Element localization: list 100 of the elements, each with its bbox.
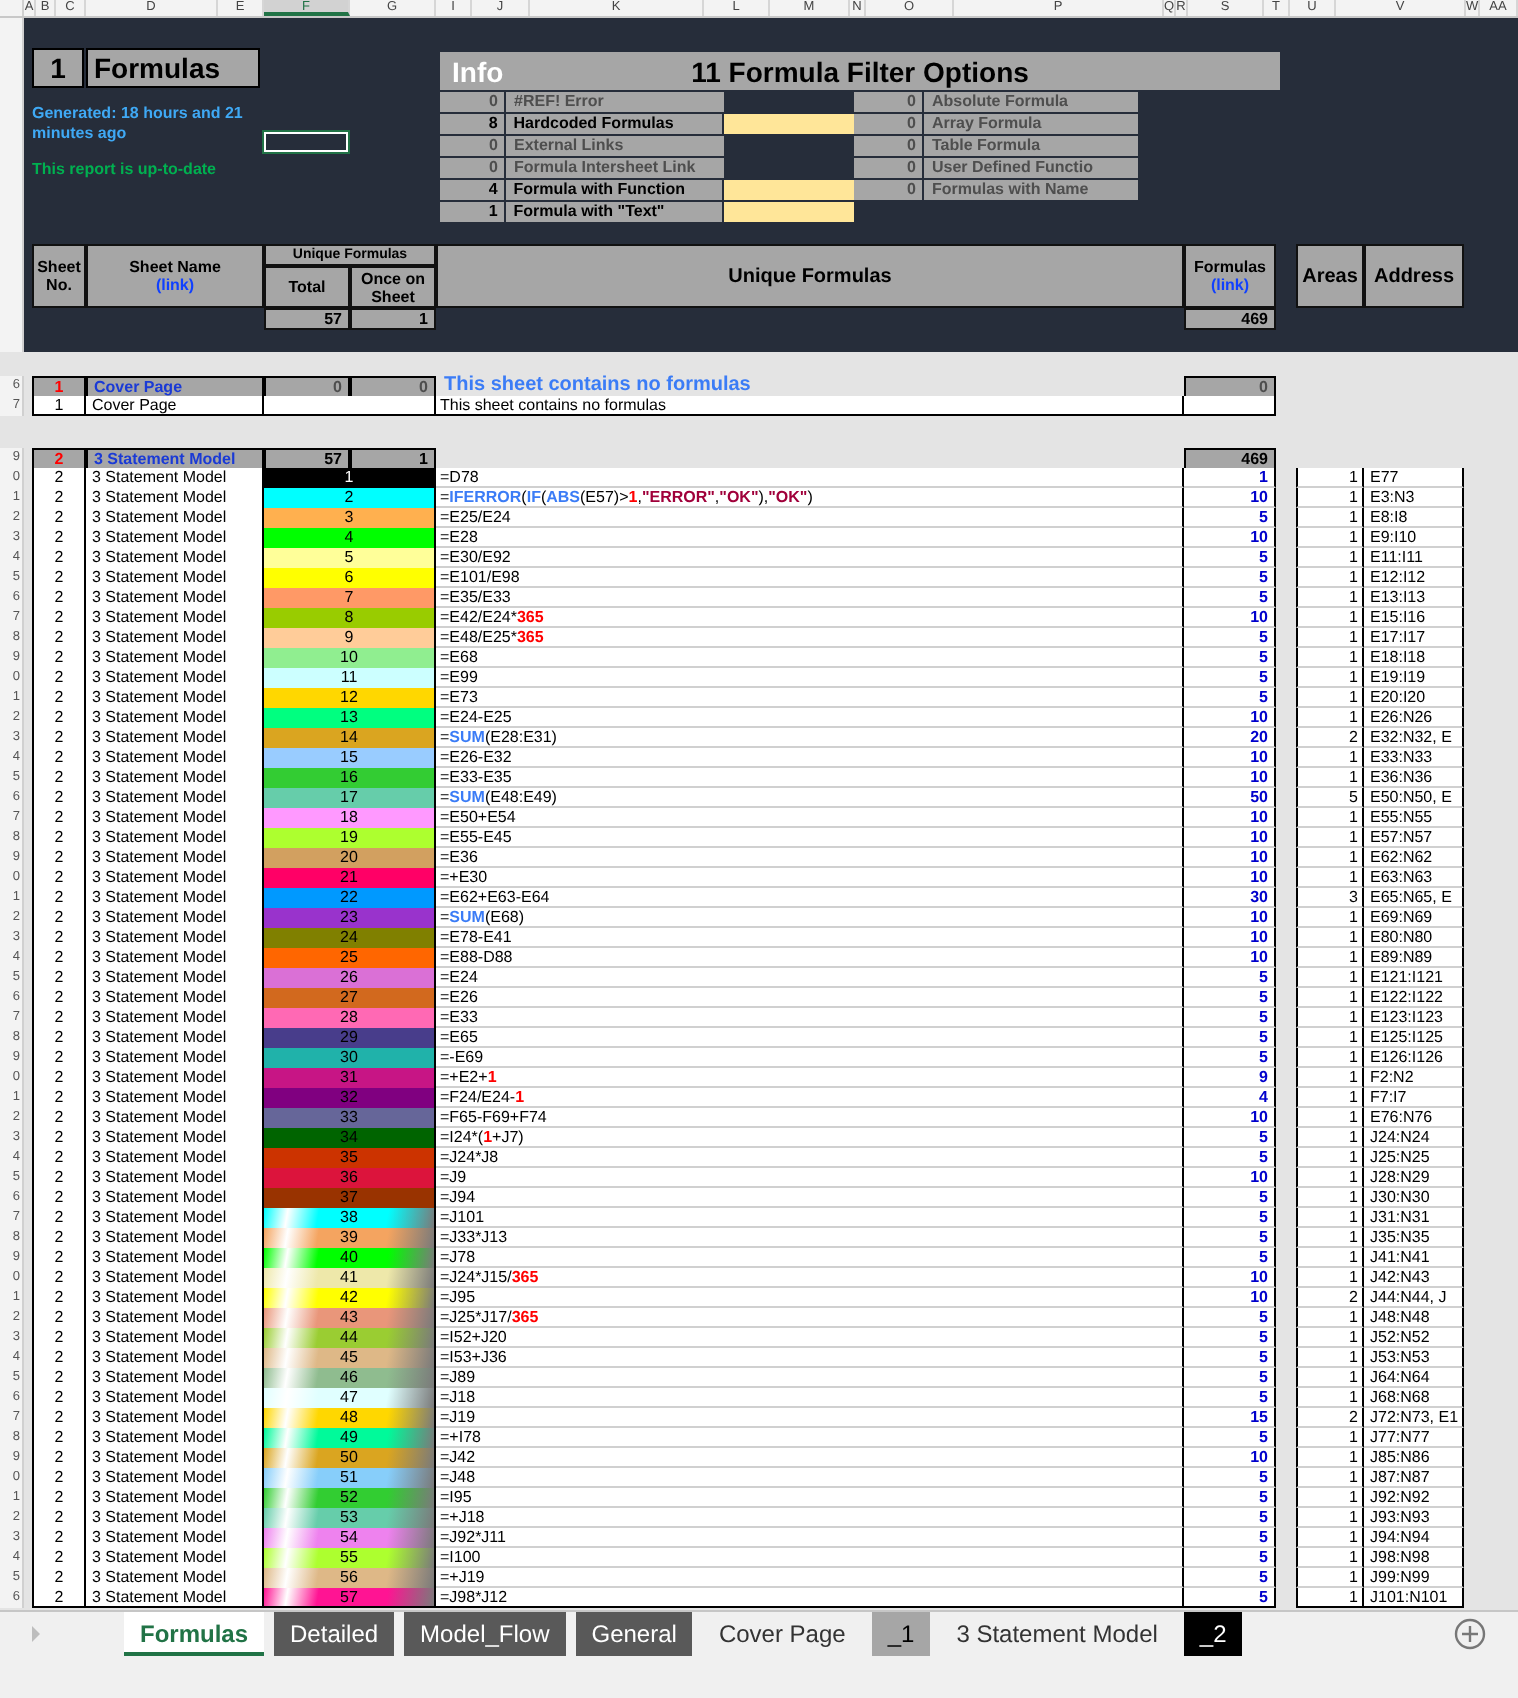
sheet-tab[interactable]: Detailed [274,1612,395,1656]
address-cell: E121:I121 [1364,968,1464,988]
filter-label: Absolute Formula [924,92,1138,112]
sheet-name-cell: 3 Statement Model [86,468,264,488]
filter-label: External Links [506,136,724,156]
sheet-number-cell: 2 [32,1068,86,1088]
sheet-name-cell: 3 Statement Model [86,588,264,608]
sheet-tab[interactable]: 3 Statement Model [940,1612,1174,1656]
sheet-number-cell: 2 [32,1328,86,1348]
address-cell: J25:N25 [1364,1148,1464,1168]
color-index-cell: 45 [264,1348,436,1368]
address-cell: J31:N31 [1364,1208,1464,1228]
sheet-number-cell: 2 [32,648,86,668]
sheet-name-cell: 3 Statement Model [86,808,264,828]
selected-cell[interactable] [264,132,348,152]
formulas-count-cell: 5 [1184,1128,1276,1148]
filter-label: #REF! Error [506,92,724,112]
formula-cell: =-E69 [436,1048,1184,1068]
sheet-tab[interactable]: _1 [871,1612,931,1656]
formulas-count-cell: 10 [1184,608,1276,628]
formulas-count-cell: 10 [1184,828,1276,848]
sheet-number-cell: 1 [32,396,86,416]
areas-cell: 1 [1296,868,1364,888]
sheet-number-cell: 2 [32,1568,86,1588]
formula-cell: =E78-E41 [436,928,1184,948]
color-index-cell: 34 [264,1128,436,1148]
sheet-number-cell: 2 [32,1548,86,1568]
formulas-count-cell: 30 [1184,888,1276,908]
color-index-cell: 14 [264,728,436,748]
address-cell: E18:I18 [1364,648,1464,668]
color-index-cell: 17 [264,788,436,808]
areas-cell: 1 [1296,988,1364,1008]
sheet-name-header: Sheet Name [129,258,221,276]
formulas-total-value: 469 [1184,308,1276,330]
sheet-number-cell: 2 [32,668,86,688]
filter-input-field[interactable] [724,180,854,200]
address-cell: E55:N55 [1364,808,1464,828]
sheet-number-cell: 2 [32,588,86,608]
address-cell: E19:I19 [1364,668,1464,688]
filter-label: Formula with "Text" [505,202,722,222]
sheet-tab[interactable]: Cover Page [702,1612,862,1656]
color-index-cell: 5 [264,548,436,568]
formula-cell: =E30/E92 [436,548,1184,568]
address-cell: E77 [1364,468,1464,488]
filter-count: 0 [440,92,504,112]
formulas-count-cell: 10 [1184,868,1276,888]
areas-cell: 1 [1296,1208,1364,1228]
formula-cell: =E99 [436,668,1184,688]
info-label: Info [450,55,506,87]
formulas-count-cell: 5 [1184,1368,1276,1388]
sheet-name-cell: 3 Statement Model [86,1128,264,1148]
formula-cell: =+J18 [436,1508,1184,1528]
sheet-name-cell: 3 Statement Model [86,508,264,528]
sheet-name-cell: 3 Statement Model [86,1588,264,1608]
areas-cell: 1 [1296,1508,1364,1528]
sheet-tab[interactable]: Formulas [124,1612,265,1656]
filter-input-field[interactable] [724,202,854,222]
filter-input-field[interactable] [724,114,854,134]
areas-cell: 1 [1296,1528,1364,1548]
once-value: 1 [350,308,436,330]
color-index-cell: 30 [264,1048,436,1068]
sheet-name-cell: 3 Statement Model [86,888,264,908]
sheet-name-cell: 3 Statement Model [86,708,264,728]
sheet-number-cell: 2 [32,448,86,470]
sheet-name-cell: 3 Statement Model [86,868,264,888]
once-cell: 1 [350,448,436,470]
add-sheet-icon[interactable] [1454,1618,1486,1650]
areas-cell: 1 [1296,1228,1364,1248]
address-header: Address [1364,244,1464,308]
formula-cell: =+J19 [436,1568,1184,1588]
address-cell: J92:N92 [1364,1488,1464,1508]
filter-count: 8 [440,114,504,134]
areas-cell: 1 [1296,1588,1364,1608]
color-index-cell: 36 [264,1168,436,1188]
sheet-tab[interactable]: Model_Flow [404,1612,566,1656]
sheet-name-cell: 3 Statement Model [86,1288,264,1308]
formula-cell: =J48 [436,1468,1184,1488]
color-index-cell: 37 [264,1188,436,1208]
address-cell: E89:N89 [1364,948,1464,968]
sheet-name-cell: 3 Statement Model [86,1048,264,1068]
sheet-name-cell: 3 Statement Model [86,1548,264,1568]
scroll-left-icon[interactable] [28,1624,44,1644]
formulas-count-cell: 5 [1184,588,1276,608]
formula-cell: =E33 [436,1008,1184,1028]
areas-cell: 1 [1296,588,1364,608]
formulas-count-cell: 5 [1184,1228,1276,1248]
formula-cell: =D78 [436,468,1184,488]
sheet-tab[interactable]: General [575,1612,693,1656]
color-index-cell: 31 [264,1068,436,1088]
color-index-cell: 53 [264,1508,436,1528]
color-index-cell: 19 [264,828,436,848]
filter-count: 0 [854,114,922,134]
sheet-name-cell: 3 Statement Model [86,1388,264,1408]
color-index-cell: 6 [264,568,436,588]
sheet-name-cell: 3 Statement Model [86,1508,264,1528]
sheet-number-cell: 2 [32,1428,86,1448]
total-header: Total [264,266,350,308]
formula-cell: =E26 [436,988,1184,1008]
formula-cell: =E26-E32 [436,748,1184,768]
sheet-tab[interactable]: _2 [1183,1612,1243,1656]
